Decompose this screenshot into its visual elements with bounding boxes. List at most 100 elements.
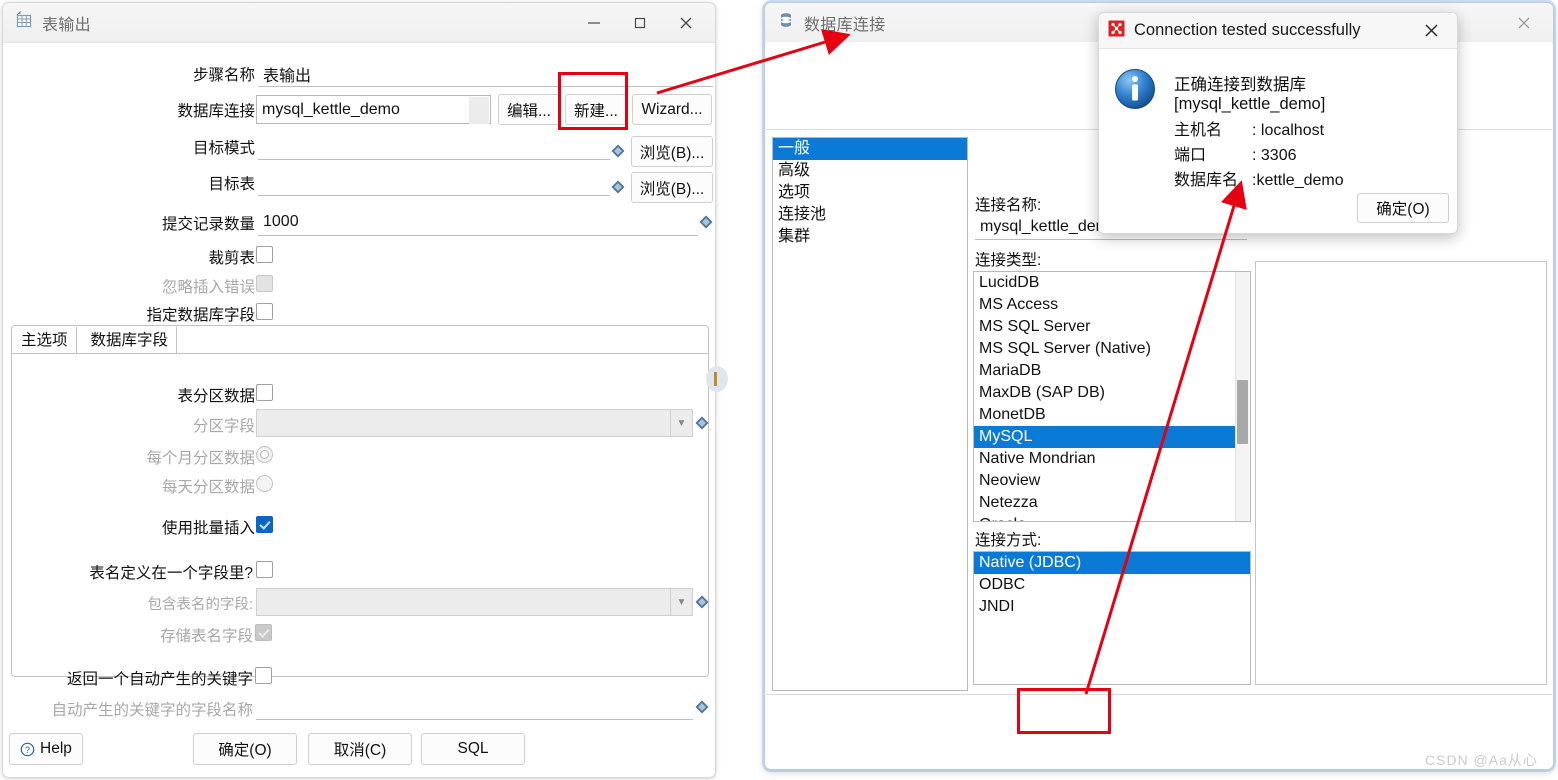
connection-type-item[interactable]: MariaDB: [974, 360, 1250, 382]
close-button[interactable]: [663, 4, 709, 42]
table-output-title: 表输出: [42, 16, 91, 34]
step-ok-button[interactable]: 确定(O): [193, 733, 297, 765]
connection-combo[interactable]: mysql_kettle_demo: [256, 95, 491, 124]
access-method-item[interactable]: ODBC: [974, 574, 1250, 596]
resize-handle-grip: [714, 372, 717, 386]
specify-db-fields-checkbox[interactable]: [256, 303, 273, 320]
target-schema-browse-button[interactable]: 浏览(B)...: [631, 136, 713, 167]
db-nav-item-options[interactable]: 选项: [773, 182, 967, 204]
db-nav-label: 选项: [778, 184, 811, 201]
access-method-label-text: JNDI: [979, 598, 1015, 615]
connection-type-item[interactable]: MS Access: [974, 294, 1250, 316]
message-ok-button[interactable]: 确定(O): [1357, 193, 1449, 223]
db-nav-item-general[interactable]: 一般: [773, 138, 967, 160]
message-detail-value: : 3306: [1252, 147, 1297, 164]
tab-database-fields[interactable]: 数据库字段: [83, 327, 178, 353]
use-batch-insert-label: 使用批量插入: [161, 520, 255, 537]
use-batch-insert-checkbox[interactable]: [256, 516, 273, 533]
connection-type-scrollbar-thumb[interactable]: [1237, 380, 1248, 444]
message-detail-value-text: localhost: [1260, 122, 1325, 139]
options-tabfolder: 主选项 数据库字段: [11, 325, 709, 677]
step-sql-button[interactable]: SQL: [421, 733, 525, 765]
db-nav-item-clustering[interactable]: 集群: [773, 226, 967, 248]
connection-type-item[interactable]: Netezza: [974, 492, 1250, 514]
edit-connection-button[interactable]: 编辑...: [498, 94, 560, 125]
target-table-input[interactable]: [258, 170, 610, 196]
truncate-table-label: 裁剪表: [208, 250, 255, 267]
connection-type-item[interactable]: Neoview: [974, 470, 1250, 492]
message-detail-rows: 主机名 : localhost 端口 : 3306 数据库名 :kettle_d…: [1174, 118, 1344, 193]
message-title: Connection tested successfully: [1134, 21, 1361, 39]
access-method-item-selected[interactable]: Native (JDBC): [974, 552, 1250, 574]
target-table-label: 目标表: [208, 176, 255, 193]
message-window-controls: [1411, 14, 1451, 48]
message-detail-key: 数据库名: [1174, 172, 1239, 189]
step-cancel-button[interactable]: 取消(C): [308, 733, 412, 765]
tab-main-options-label: 主选项: [21, 332, 68, 349]
connection-combo-arrow[interactable]: [469, 97, 489, 124]
connection-type-item[interactable]: LucidDB: [974, 272, 1250, 294]
db-dialog-title: 数据库连接: [804, 16, 886, 34]
connection-type-label-text: MaxDB (SAP DB): [979, 384, 1105, 401]
db-nav-item-pooling[interactable]: 连接池: [773, 204, 967, 226]
table-name-in-field-checkbox[interactable]: [256, 561, 273, 578]
connection-test-message-dialog: Connection tested successfully 正确连接到数据库[…: [1098, 12, 1458, 234]
new-connection-button[interactable]: 新建...: [565, 94, 627, 125]
chevron-down-icon: ▼: [670, 410, 692, 436]
connection-type-label-text: Netezza: [979, 494, 1038, 511]
svg-text:?: ?: [25, 745, 30, 755]
db-nav-label: 连接池: [778, 206, 827, 223]
variable-icon: [611, 180, 625, 194]
wizard-connection-button[interactable]: Wizard...: [632, 94, 712, 125]
connection-label: 数据库连接: [177, 103, 255, 120]
access-method-label: 连接方式:: [975, 532, 1042, 549]
field-with-table-name-combo: ▼: [256, 588, 693, 616]
target-table-browse-button[interactable]: 浏览(B)...: [631, 172, 713, 203]
commit-size-input[interactable]: 1000: [258, 209, 698, 236]
commit-size-label: 提交记录数量: [161, 216, 255, 233]
connection-type-label-text: MonetDB: [979, 406, 1046, 423]
message-titlebar: Connection tested successfully: [1099, 13, 1457, 49]
db-nav-item-advanced[interactable]: 高级: [773, 160, 967, 182]
table-name-in-field-label: 表名定义在一个字段里?: [89, 565, 253, 582]
target-schema-input[interactable]: [258, 134, 610, 160]
connection-type-item[interactable]: Native Mondrian: [974, 448, 1250, 470]
message-close-button[interactable]: [1411, 14, 1451, 48]
partition-data-checkbox[interactable]: [256, 384, 273, 401]
help-button[interactable]: ? Help: [9, 733, 83, 765]
message-detail-row: 端口 : 3306: [1174, 143, 1344, 168]
access-method-list[interactable]: Native (JDBC) ODBC JNDI: [973, 551, 1251, 685]
table-output-window-controls: [571, 4, 709, 42]
connection-type-item[interactable]: MS SQL Server (Native): [974, 338, 1250, 360]
return-auto-key-checkbox[interactable]: [255, 667, 272, 684]
step-name-label: 步骤名称: [192, 67, 255, 84]
database-icon: [777, 11, 795, 34]
variable-icon: [695, 595, 709, 609]
truncate-table-checkbox[interactable]: [256, 246, 273, 263]
field-with-table-name-label: 包含表名的字段:: [147, 597, 253, 613]
db-nav-label: 集群: [778, 228, 811, 245]
tab-main-options[interactable]: 主选项: [13, 327, 77, 353]
step-name-input[interactable]: 表输出: [258, 61, 713, 87]
connection-type-item[interactable]: Oracle: [974, 514, 1250, 521]
connection-type-item-selected[interactable]: MySQL: [974, 426, 1250, 448]
connection-type-item[interactable]: MonetDB: [974, 404, 1250, 426]
auto-key-field-name-input: [256, 694, 693, 720]
minimize-button[interactable]: [571, 4, 617, 42]
connection-type-label-text: MS SQL Server: [979, 318, 1091, 335]
help-label: Help: [40, 740, 72, 757]
db-dialog-window-controls: [1501, 4, 1547, 42]
db-close-button[interactable]: [1501, 4, 1547, 42]
db-nav-list[interactable]: 一般 高级 选项 连接池 集群: [772, 137, 968, 691]
return-auto-key-label: 返回一个自动产生的关键字: [66, 671, 253, 688]
help-icon: ?: [20, 742, 35, 757]
maximize-button[interactable]: [617, 4, 663, 42]
connection-type-label: 连接类型:: [975, 252, 1042, 269]
access-method-item[interactable]: JNDI: [974, 596, 1250, 618]
connection-type-item[interactable]: MS SQL Server: [974, 316, 1250, 338]
connection-name-label: 连接名称:: [975, 197, 1042, 214]
connection-type-label-text: MySQL: [979, 428, 1033, 445]
resize-handle[interactable]: [706, 366, 728, 392]
connection-type-item[interactable]: MaxDB (SAP DB): [974, 382, 1250, 404]
connection-type-list[interactable]: LucidDB MS Access MS SQL Server MS SQL S…: [973, 271, 1251, 522]
